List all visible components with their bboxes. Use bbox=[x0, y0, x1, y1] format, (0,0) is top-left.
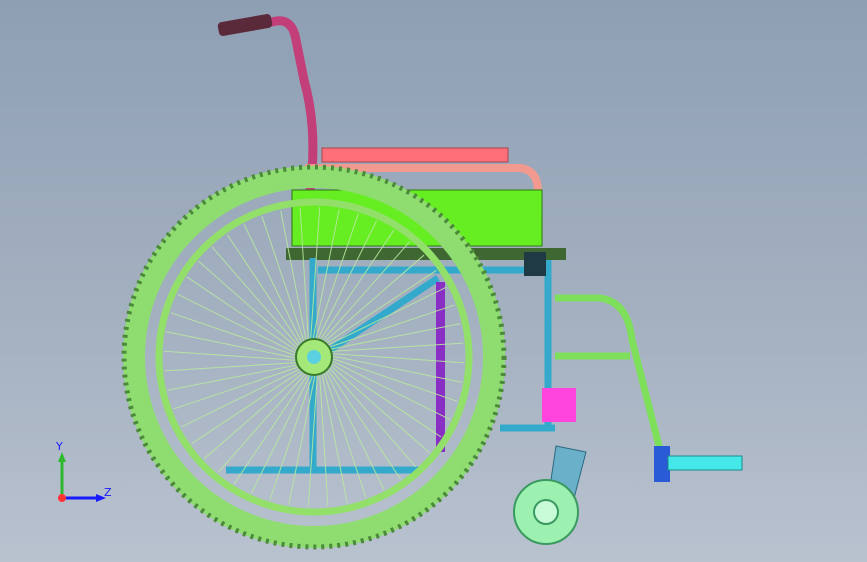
spoke bbox=[320, 369, 348, 504]
spoke bbox=[164, 350, 301, 362]
spoke bbox=[322, 269, 437, 347]
hub-axle[interactable] bbox=[307, 350, 321, 364]
cad-viewport[interactable]: Y Z bbox=[0, 0, 867, 562]
spoke bbox=[164, 361, 302, 372]
spoke bbox=[173, 365, 304, 410]
spoke bbox=[170, 312, 301, 358]
armrest-pad[interactable] bbox=[321, 147, 509, 163]
axis-triad: Y Z bbox=[55, 440, 112, 502]
caster-hub[interactable] bbox=[533, 499, 559, 525]
spoke bbox=[203, 368, 308, 460]
frame-clamp[interactable] bbox=[524, 252, 546, 276]
cross-brace[interactable] bbox=[436, 282, 445, 452]
spoke bbox=[186, 276, 301, 354]
spoke bbox=[318, 369, 329, 507]
triad-z-label: Z bbox=[104, 486, 112, 499]
caster-block[interactable] bbox=[542, 388, 576, 422]
legrest-tube[interactable] bbox=[555, 294, 664, 451]
spoke bbox=[324, 365, 402, 480]
spoke bbox=[317, 229, 395, 344]
spoke bbox=[325, 363, 417, 468]
spoke bbox=[211, 246, 303, 351]
spoke bbox=[269, 370, 315, 501]
handle-grip[interactable] bbox=[217, 13, 273, 36]
spoke bbox=[167, 363, 302, 391]
triad-y-label: Y bbox=[55, 440, 63, 453]
spoke bbox=[198, 260, 302, 353]
footplate[interactable] bbox=[667, 455, 743, 471]
spoke bbox=[327, 360, 442, 438]
wheelchair-model[interactable] bbox=[0, 0, 867, 562]
spoke bbox=[191, 367, 306, 445]
spoke bbox=[322, 367, 367, 498]
spoke bbox=[326, 361, 430, 454]
spoke bbox=[217, 369, 310, 473]
